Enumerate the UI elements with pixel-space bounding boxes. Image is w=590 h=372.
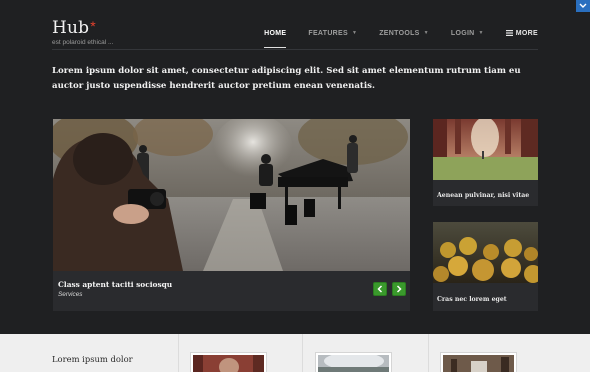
chevron-down-icon: [579, 3, 587, 8]
side-card[interactable]: Aenean pulvinar, nisi vitae: [433, 119, 538, 206]
chevron-left-icon: [377, 285, 383, 293]
intro-text: Lorem ipsum dolor sit amet, consectetur …: [52, 66, 521, 91]
card-title[interactable]: Cras nec lorem eget: [437, 296, 507, 303]
thumbnail-image: [443, 355, 514, 372]
bottom-section: Lorem ipsum dolor: [0, 334, 590, 372]
thumbnail[interactable]: [440, 352, 517, 372]
nav-item-login[interactable]: LOGIN ▼: [451, 27, 484, 39]
caret-down-icon: ▼: [423, 30, 429, 36]
slide-photo: [53, 119, 410, 271]
nav-item-label: FEATURES: [308, 29, 348, 37]
thumbnail-image: [193, 355, 264, 372]
chevron-right-icon: [396, 285, 402, 293]
thumbnail[interactable]: [190, 352, 267, 372]
slide-caption: Class aptent taciti sociosqu Services: [58, 280, 172, 298]
nav-item-zentools[interactable]: ZENTOOLS ▼: [379, 27, 429, 39]
column-divider: [178, 334, 179, 372]
section-heading: Lorem ipsum dolor: [52, 354, 133, 364]
header-divider: [52, 49, 538, 50]
column-divider: [428, 334, 429, 372]
card-image: [433, 119, 538, 180]
slide-caption-title[interactable]: Class aptent taciti sociosqu: [58, 280, 172, 289]
nav-item-label: MORE: [515, 29, 538, 37]
nav-item-label: ZENTOOLS: [379, 29, 420, 37]
nav-item-features[interactable]: FEATURES ▼: [308, 27, 357, 39]
caret-down-icon: ▼: [478, 30, 484, 36]
side-card[interactable]: Cras nec lorem eget: [433, 222, 538, 311]
card-image: [433, 222, 538, 283]
nav-item-label: HOME: [264, 29, 287, 37]
main-nav: HOME FEATURES ▼ ZENTOOLS ▼ LOGIN ▼ MORE: [242, 27, 538, 48]
site-logo[interactable]: Hub* est polaroid ethical ...: [52, 18, 113, 46]
slider-prev-button[interactable]: [373, 282, 387, 296]
menu-icon: [505, 30, 513, 36]
nav-item-more[interactable]: MORE: [505, 27, 538, 39]
logo-star-icon: *: [90, 18, 96, 34]
column-divider: [302, 334, 303, 372]
slider-controls: [373, 282, 406, 296]
thumbnail-image: [318, 355, 389, 372]
corner-dropdown-button[interactable]: [576, 0, 590, 12]
card-title[interactable]: Aenean pulvinar, nisi vitae: [437, 192, 529, 199]
slider-next-button[interactable]: [392, 282, 406, 296]
site-tagline: est polaroid ethical ...: [52, 39, 114, 46]
site-header: Hub* est polaroid ethical ... HOME FEATU…: [52, 18, 538, 48]
site-title: Hub: [52, 18, 90, 38]
slide-caption-subtitle[interactable]: Services: [58, 291, 172, 298]
caret-down-icon: ▼: [351, 30, 358, 36]
thumbnail[interactable]: [315, 352, 392, 372]
featured-slider: Class aptent taciti sociosqu Services: [53, 119, 410, 311]
slide-image[interactable]: [53, 119, 410, 271]
nav-item-label: LOGIN: [450, 29, 475, 37]
nav-item-home[interactable]: HOME: [264, 27, 287, 48]
